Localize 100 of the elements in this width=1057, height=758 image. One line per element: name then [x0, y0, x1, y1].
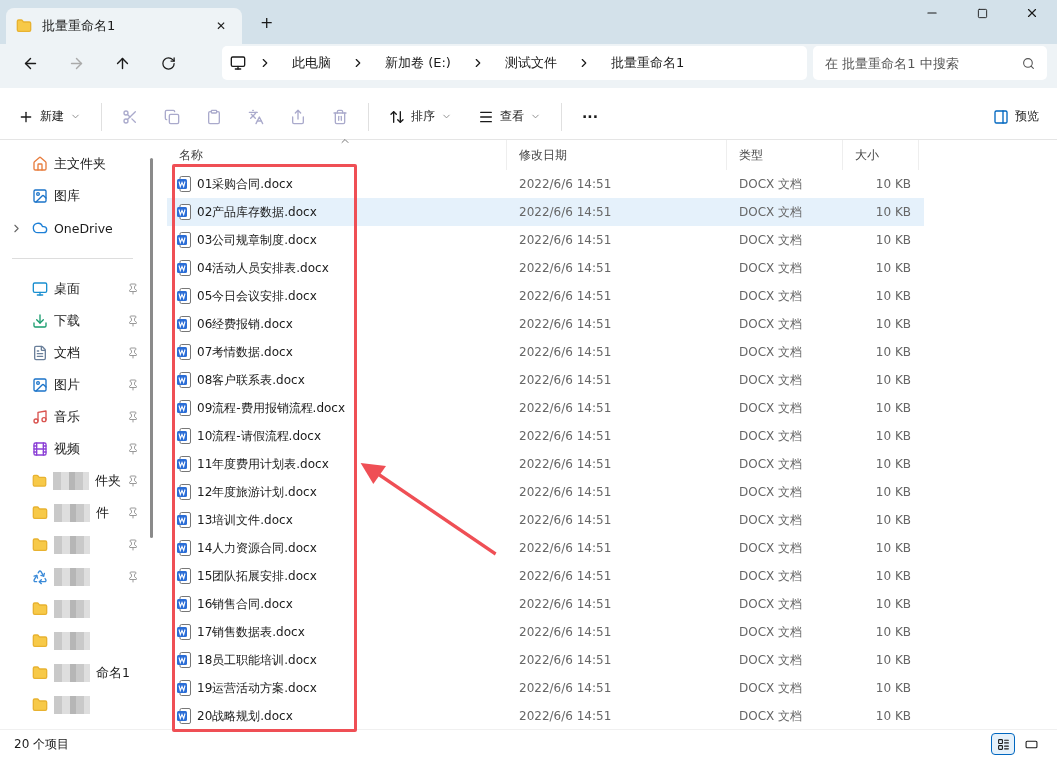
file-row[interactable]: 18员工职能培训.docx 2022/6/6 14:51 DOCX 文档 10 KB	[167, 646, 924, 674]
home-icon	[32, 156, 48, 172]
more-button[interactable]: ···	[576, 104, 604, 129]
address-bar[interactable]: 此电脑 新加卷 (E:) 测试文件 批量重命名1	[222, 46, 807, 80]
file-name-cell: 08客户联系表.docx	[167, 371, 507, 389]
file-row[interactable]: 09流程-费用报销流程.docx 2022/6/6 14:51 DOCX 文档 10 KB	[167, 394, 924, 422]
word-document-icon	[177, 512, 191, 528]
column-header[interactable]: 类型	[727, 140, 843, 170]
file-row[interactable]: 16销售合同.docx 2022/6/6 14:51 DOCX 文档 10 KB	[167, 590, 924, 618]
refresh-icon	[160, 55, 176, 71]
file-row[interactable]: 15团队拓展安排.docx 2022/6/6 14:51 DOCX 文档 10 KB	[167, 562, 924, 590]
sidebar-item[interactable]: 音乐	[0, 401, 145, 433]
file-row[interactable]: 02产品库存数据.docx 2022/6/6 14:51 DOCX 文档 10 KB	[167, 198, 924, 226]
sidebar-item[interactable]: 视频	[0, 433, 145, 465]
breadcrumb[interactable]: 批量重命名1	[602, 50, 693, 76]
date-cell-text: 2022/6/6 14:51	[518, 597, 613, 611]
folder-tab[interactable]: 批量重命名1 ✕	[6, 8, 242, 44]
word-document-icon	[177, 232, 191, 248]
date-cell-text: 2022/6/6 14:51	[518, 709, 613, 723]
search-field[interactable]: 在 批量重命名1 中搜索	[813, 46, 1047, 80]
date-cell-text: 2022/6/6 14:51	[518, 205, 613, 219]
file-row[interactable]: 04活动人员安排表.docx 2022/6/6 14:51 DOCX 文档 10 KB	[167, 254, 924, 282]
preview-button[interactable]: 预览	[987, 104, 1045, 129]
folder-icon	[32, 665, 48, 681]
column-header[interactable]: 名称	[167, 140, 507, 170]
sidebar-item[interactable]: 件夹	[0, 465, 145, 497]
file-name-cell: 11年度费用计划表.docx	[167, 455, 507, 473]
sidebar-item[interactable]: OneDrive	[0, 212, 145, 244]
date-cell-text: 2022/6/6 14:51	[518, 681, 613, 695]
sidebar-item[interactable]: 图片	[0, 369, 145, 401]
word-document-icon	[177, 344, 191, 360]
word-document-icon	[177, 372, 191, 388]
word-document-icon	[177, 680, 191, 696]
word-document-icon	[177, 568, 191, 584]
file-name-cell: 15团队拓展安排.docx	[167, 567, 507, 585]
file-row[interactable]: 07考情数据.docx 2022/6/6 14:51 DOCX 文档 10 KB	[167, 338, 924, 366]
file-row[interactable]: 20战略规划.docx 2022/6/6 14:51 DOCX 文档 10 KB	[167, 702, 924, 730]
file-name-cell: 18员工职能培训.docx	[167, 651, 507, 669]
search-icon	[1022, 57, 1035, 70]
type-cell-text: DOCX 文档	[738, 175, 804, 193]
word-document-icon	[177, 260, 191, 276]
sidebar-item[interactable]: 主文件夹	[0, 148, 145, 180]
file-row[interactable]: 17销售数据表.docx 2022/6/6 14:51 DOCX 文档 10 KB	[167, 618, 924, 646]
file-name-cell: 10流程-请假流程.docx	[167, 427, 507, 445]
file-row[interactable]: 13培训文件.docx 2022/6/6 14:51 DOCX 文档 10 KB	[167, 506, 924, 534]
sidebar-item[interactable]: 件	[0, 497, 145, 529]
size-cell-text: 10 KB	[874, 625, 912, 639]
share-icon	[290, 108, 306, 125]
date-cell-text: 2022/6/6 14:51	[518, 541, 613, 555]
recycle-bin-icon	[32, 569, 48, 585]
sort-button[interactable]: 排序	[383, 104, 458, 129]
file-row[interactable]: 08客户联系表.docx 2022/6/6 14:51 DOCX 文档 10 KB	[167, 366, 924, 394]
sort-icon	[389, 108, 405, 125]
date-cell-text: 2022/6/6 14:51	[518, 569, 613, 583]
new-button[interactable]: 新建	[12, 104, 87, 129]
new-tab-button[interactable]: +	[254, 9, 280, 36]
file-row[interactable]: 06经费报销.docx 2022/6/6 14:51 DOCX 文档 10 KB	[167, 310, 924, 338]
file-row[interactable]: 03公司规章制度.docx 2022/6/6 14:51 DOCX 文档 10 KB	[167, 226, 924, 254]
sidebar-item[interactable]: 图库	[0, 180, 145, 212]
file-row[interactable]: 14人力资源合同.docx 2022/6/6 14:51 DOCX 文档 10 KB	[167, 534, 924, 562]
folder-icon	[32, 697, 48, 713]
file-name-cell: 19运营活动方案.docx	[167, 679, 507, 697]
column-header[interactable]: 修改日期	[507, 140, 727, 170]
sidebar-item[interactable]: 文档	[0, 337, 145, 369]
file-row[interactable]: 10流程-请假流程.docx 2022/6/6 14:51 DOCX 文档 10 KB	[167, 422, 924, 450]
view-button[interactable]: 查看	[472, 104, 547, 129]
close-tab-button[interactable]: ✕	[209, 15, 232, 37]
breadcrumb[interactable]: 新加卷 (E:)	[377, 50, 459, 76]
type-cell-text: DOCX 文档	[738, 567, 804, 585]
file-row[interactable]: 11年度费用计划表.docx 2022/6/6 14:51 DOCX 文档 10 KB	[167, 450, 924, 478]
sidebar-item[interactable]: 下载	[0, 305, 145, 337]
breadcrumb[interactable]: 测试文件	[496, 50, 565, 76]
breadcrumb[interactable]: 此电脑	[284, 50, 339, 76]
file-name-cell: 06经费报销.docx	[167, 315, 507, 333]
file-name-cell: 04活动人员安排表.docx	[167, 259, 507, 277]
rename-icon	[248, 108, 264, 125]
size-cell-text: 10 KB	[874, 345, 912, 359]
date-cell-text: 2022/6/6 14:51	[518, 485, 613, 499]
type-cell-text: DOCX 文档	[738, 707, 804, 725]
file-row[interactable]: 01采购合同.docx 2022/6/6 14:51 DOCX 文档 10 KB	[167, 170, 924, 198]
file-row[interactable]: 12年度旅游计划.docx 2022/6/6 14:51 DOCX 文档 10 KB	[167, 478, 924, 506]
type-cell-text: DOCX 文档	[738, 455, 804, 473]
file-row[interactable]: 05今日会议安排.docx 2022/6/6 14:51 DOCX 文档 10 KB	[167, 282, 924, 310]
date-cell-text: 2022/6/6 14:51	[518, 261, 613, 275]
column-header[interactable]: 大小	[843, 140, 919, 170]
cloud-icon	[32, 220, 48, 236]
sidebar-item[interactable]: 命名1	[0, 657, 145, 689]
type-cell-text: DOCX 文档	[738, 427, 804, 445]
sidebar-item[interactable]: 桌面	[0, 273, 145, 305]
picture-icon	[32, 377, 48, 393]
type-cell-text: DOCX 文档	[738, 483, 804, 501]
details-view-button[interactable]	[991, 733, 1015, 755]
folder-icon	[32, 473, 47, 489]
date-cell-text: 2022/6/6 14:51	[518, 289, 613, 303]
file-row[interactable]: 19运营活动方案.docx 2022/6/6 14:51 DOCX 文档 10 KB	[167, 674, 924, 702]
scrollbar-thumb[interactable]	[149, 158, 153, 538]
date-cell-text: 2022/6/6 14:51	[518, 457, 613, 471]
size-cell-text: 10 KB	[874, 373, 912, 387]
desktop-icon	[32, 281, 48, 297]
date-cell-text: 2022/6/6 14:51	[518, 513, 613, 527]
